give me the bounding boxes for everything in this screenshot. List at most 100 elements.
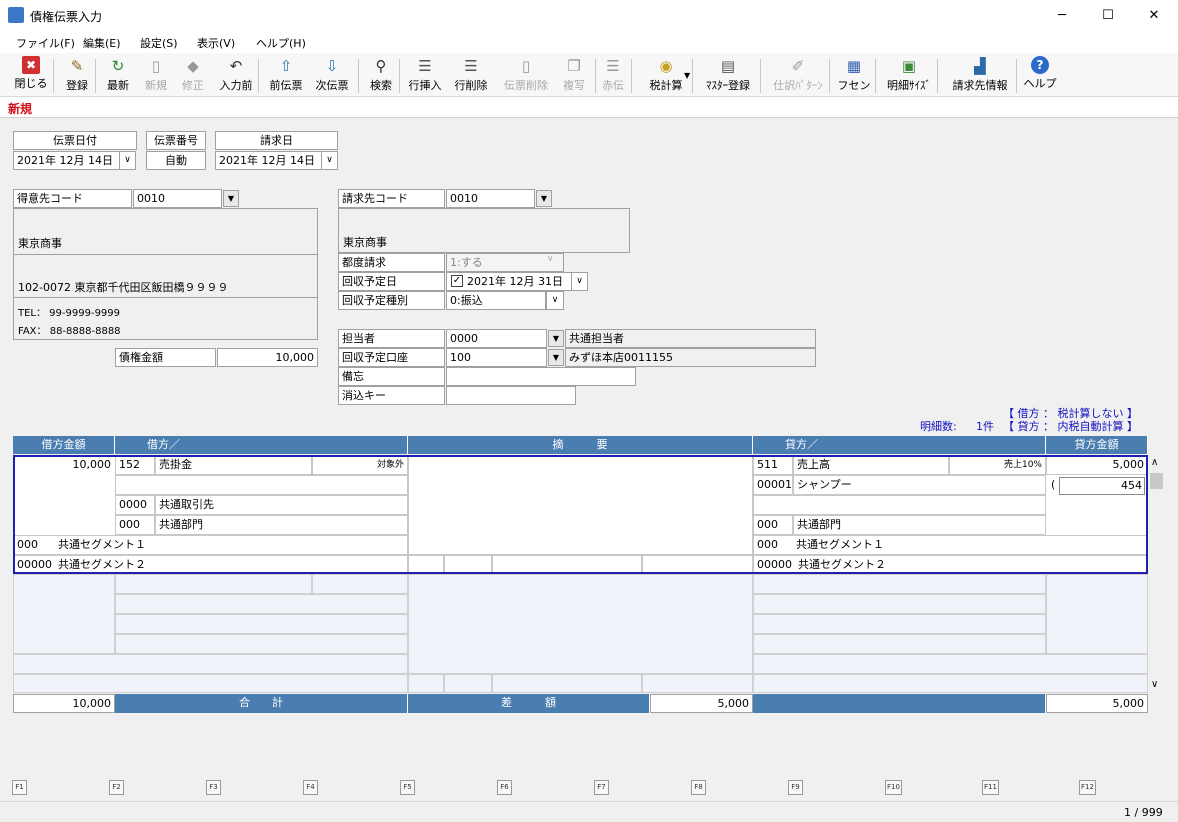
function-key-f8[interactable]: F8 xyxy=(691,780,706,795)
debit-seg1-code[interactable]: 000 xyxy=(13,535,55,555)
bill-date-dropdown[interactable]: ∨ xyxy=(321,151,338,170)
customer-tel: TEL： 99-9999-9999 xyxy=(18,308,121,319)
description-cell[interactable] xyxy=(408,455,753,555)
minimize-button[interactable]: ─ xyxy=(1039,0,1085,31)
due-type-dropdown[interactable]: ∨ xyxy=(546,291,564,310)
close-window-button[interactable]: ✕ xyxy=(1131,0,1177,31)
toolbar-label: 閉じる xyxy=(14,77,48,90)
credit-dept-code[interactable]: 000 xyxy=(753,515,793,535)
menu-view[interactable]: 表示(V) xyxy=(197,35,235,51)
toolbar-detail-size-button[interactable]: ▣ 明細ｻｲｽﾞ xyxy=(880,56,938,96)
toolbar-undo-button[interactable]: ↶ 入力前 xyxy=(213,56,259,96)
toolbar-master-button[interactable]: ▤ ﾏｽﾀｰ登録 xyxy=(697,56,759,96)
toolbar-label: 明細ｻｲｽﾞ xyxy=(887,79,931,92)
credit-blank-row[interactable] xyxy=(753,495,1046,515)
credit-item-code[interactable]: 00001 xyxy=(753,475,793,495)
toolbar-sticky-button[interactable]: ▦ フセン xyxy=(835,56,873,96)
account-dropdown[interactable]: ▼ xyxy=(548,349,564,366)
menu-edit[interactable]: 編集(E) xyxy=(83,35,121,51)
scroll-thumb[interactable] xyxy=(1150,473,1163,489)
function-key-f6[interactable]: F6 xyxy=(497,780,512,795)
toolbar-label: 入力前 xyxy=(219,79,253,92)
toolbar-label: ヘルプ xyxy=(1023,77,1057,90)
debit-blank-row[interactable] xyxy=(115,475,408,495)
toolbar-label: 請求先情報 xyxy=(952,79,1008,92)
due-date-checkbox[interactable]: ✓ xyxy=(451,275,463,287)
description-sub-3[interactable] xyxy=(492,555,642,574)
due-date-field[interactable]: 2021年 12月 31日 xyxy=(446,272,572,291)
menu-settings[interactable]: 設定(S) xyxy=(140,35,178,51)
grid-scrollbar[interactable]: ∧ ∨ xyxy=(1149,455,1164,693)
scroll-up-icon[interactable]: ∧ xyxy=(1151,457,1158,468)
toolbar-copy-button: ❐ 複写 xyxy=(556,56,592,96)
function-key-f7[interactable]: F7 xyxy=(594,780,609,795)
maximize-button[interactable]: ☐ xyxy=(1085,0,1131,31)
toolbar-insert-row-button[interactable]: ☰ 行挿入 xyxy=(405,56,445,96)
clear-key-input[interactable] xyxy=(446,386,576,405)
debit-dept-code[interactable]: 000 xyxy=(115,515,155,535)
memo-input[interactable] xyxy=(446,367,636,386)
toolbar-search-button[interactable]: ⚲ 検索 xyxy=(364,56,398,96)
customer-address: 102-0072 東京都千代田区飯田橋９９９９ xyxy=(18,281,229,294)
toolbar-refresh-button[interactable]: ↻ 最新 xyxy=(100,56,136,96)
toolbar-close-button[interactable]: ✖ 閉じる xyxy=(8,56,54,96)
scroll-down-icon[interactable]: ∨ xyxy=(1151,679,1158,690)
toolbar-delete-row-button[interactable]: ☰ 行削除 xyxy=(451,56,491,96)
debit-amount-cell[interactable]: 10,000 xyxy=(13,455,115,535)
tab-new[interactable]: 新規 xyxy=(8,100,32,117)
function-key-f11[interactable]: F11 xyxy=(982,780,999,795)
description-sub-2[interactable] xyxy=(444,555,492,574)
toolbar-prev-slip-button[interactable]: ⇧ 前伝票 xyxy=(264,56,308,96)
detail-row-1[interactable]: 10,000 152 売掛金 対象外 0000 共通取引先 000 共通部門 0… xyxy=(13,455,1148,574)
description-sub-1[interactable] xyxy=(408,555,444,574)
credit-account-code[interactable]: 511 xyxy=(753,455,793,475)
function-key-f12[interactable]: F12 xyxy=(1079,780,1096,795)
check-icon: ✓ xyxy=(452,275,462,286)
account-code-input[interactable]: 100 xyxy=(446,348,547,367)
billing-code-dropdown[interactable]: ▼ xyxy=(536,190,552,207)
detail-row-2[interactable] xyxy=(13,574,1148,693)
toolbar-register-button[interactable]: ✎ 登録 xyxy=(58,56,96,96)
bill-date-field[interactable]: 2021年 12月 14日 xyxy=(215,151,323,170)
due-type-select[interactable]: 0:振込 xyxy=(446,291,546,310)
customer-name: 東京商事 xyxy=(18,237,62,250)
toolbar-next-slip-button[interactable]: ⇩ 次伝票 xyxy=(310,56,354,96)
debit-partner-code[interactable]: 0000 xyxy=(115,495,155,515)
function-key-f1[interactable]: F1 xyxy=(12,780,27,795)
tax-amount-input[interactable]: 454 xyxy=(1059,477,1145,495)
tax-calc-dropdown-icon[interactable]: ▼ xyxy=(684,71,690,80)
menu-file[interactable]: ファイル(F) xyxy=(16,35,75,51)
credit-seg2-name: 共通セグメント２ xyxy=(795,555,1148,574)
staff-dropdown[interactable]: ▼ xyxy=(548,330,564,347)
function-key-f5[interactable]: F5 xyxy=(400,780,415,795)
debit-account-code[interactable]: 152 xyxy=(115,455,155,475)
due-date-dropdown[interactable]: ∨ xyxy=(571,272,588,291)
staff-name: 共通担当者 xyxy=(565,329,816,348)
menu-help[interactable]: ヘルプ(H) xyxy=(256,35,306,51)
debit-seg2-code[interactable]: 00000 xyxy=(13,555,55,574)
function-key-f9[interactable]: F9 xyxy=(788,780,803,795)
billing-code-input[interactable]: 0010 xyxy=(446,189,535,208)
toolbar-label: 修正 xyxy=(182,79,204,92)
slip-date-field[interactable]: 2021年 12月 14日 xyxy=(13,151,121,170)
description-sub-4[interactable] xyxy=(642,555,753,574)
credit-seg2-code[interactable]: 00000 xyxy=(753,555,795,574)
toolbar-help-button[interactable]: ? ヘルプ xyxy=(1022,56,1058,96)
function-key-f10[interactable]: F10 xyxy=(885,780,902,795)
toolbar-label: 赤伝 xyxy=(602,79,624,92)
function-key-f2[interactable]: F2 xyxy=(109,780,124,795)
credit-seg1-code[interactable]: 000 xyxy=(753,535,793,555)
slip-date-dropdown[interactable]: ∨ xyxy=(119,151,136,170)
customer-code-input[interactable]: 0010 xyxy=(133,189,222,208)
col-credit-amount: 貸方金額 xyxy=(1046,436,1148,454)
staff-code-input[interactable]: 0000 xyxy=(446,329,547,348)
amount-field[interactable]: 10,000 xyxy=(217,348,318,367)
function-key-f3[interactable]: F3 xyxy=(206,780,221,795)
customer-code-dropdown[interactable]: ▼ xyxy=(223,190,239,207)
chevron-down-icon: ▼ xyxy=(552,334,560,343)
credit-tax-class[interactable]: 売上10% xyxy=(949,455,1046,475)
toolbar-billing-info-button[interactable]: ▟ 請求先情報 xyxy=(944,56,1016,96)
function-key-f4[interactable]: F4 xyxy=(303,780,318,795)
credit-amount-cell[interactable]: 5,000 xyxy=(1046,455,1148,475)
debit-tax-class[interactable]: 対象外 xyxy=(312,455,408,475)
